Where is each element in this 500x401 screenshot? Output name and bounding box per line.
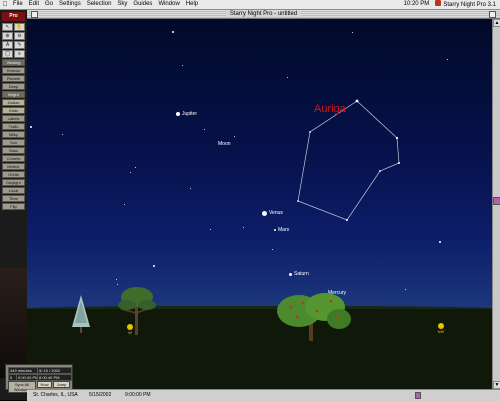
pine-tree-icon	[72, 295, 90, 333]
menu-window[interactable]: Window	[155, 0, 182, 9]
palette-button-milky[interactable]: Milky	[2, 131, 25, 138]
vertical-scroll-thumb[interactable]	[493, 197, 500, 205]
palette-button-labels[interactable]: Labels	[2, 115, 25, 122]
date-field[interactable]: 5/ 15 / 2002	[37, 367, 72, 374]
time-control-panel: 449 minutes 5/ 15 / 2002 8:00:40 PM 0 9:…	[5, 364, 73, 393]
status-date[interactable]: 5/15/2002	[89, 390, 111, 401]
planet-label-saturn[interactable]: Saturn	[294, 271, 309, 277]
status-location[interactable]: St. Charles, IL, USA	[33, 390, 78, 401]
menu-guides[interactable]: Guides	[130, 0, 155, 9]
palette-button-orbits[interactable]: Orbits	[2, 171, 25, 178]
time-field[interactable]: 8:00:40 PM	[37, 374, 72, 381]
sky-view[interactable]: Auriga Jupiter Moon Venus Mars Saturn Me…	[27, 19, 492, 389]
palette-button-horizon[interactable]: Horizon	[2, 67, 25, 74]
mars-marker[interactable]	[274, 229, 276, 231]
menu-selection[interactable]: Selection	[84, 0, 115, 9]
auriga-star	[379, 170, 381, 172]
circle-tool-icon[interactable]: ◯	[2, 50, 13, 58]
menu-settings[interactable]: Settings	[56, 0, 84, 9]
bare-tree-icon	[118, 287, 156, 335]
palette-button-zodiac[interactable]: Zodiac	[2, 99, 25, 106]
palette-button-trails[interactable]: Trails	[2, 123, 25, 130]
jump-button[interactable]: Jump	[53, 381, 70, 388]
compass-marker-west: W	[125, 324, 135, 335]
control-palette: Pro ↖ ✋ ⊕ ⊖ A ✎ ◯ ≡ Viewing Horizon Plan…	[0, 10, 28, 400]
window-title: Starry Night Pro - untitled	[225, 11, 302, 17]
zoom-out-tool-icon[interactable]: ⊖	[14, 32, 25, 40]
auriga-stick-figure	[297, 100, 400, 221]
app-icon	[435, 0, 442, 6]
menu-edit[interactable]: Edit	[26, 0, 42, 9]
palette-button-sun[interactable]: Sun	[2, 139, 25, 146]
pencil-tool-icon[interactable]: ✎	[14, 41, 25, 49]
zoom-in-tool-icon[interactable]: ⊕	[2, 32, 13, 40]
palette-button-daylight[interactable]: Daylight	[2, 179, 25, 186]
planet-label-mars[interactable]: Mars	[278, 227, 289, 233]
palette-button-meteor[interactable]: Meteor	[2, 163, 25, 170]
palette-logo: Pro	[2, 12, 25, 21]
palette-button-comets[interactable]: Comets	[2, 155, 25, 162]
tool-grid: ↖ ✋ ⊕ ⊖ A ✎ ◯ ≡	[2, 23, 25, 58]
tool-area: ↖ ✋ ⊕ ⊖ A ✎ ◯ ≡ Viewing Horizon Planets …	[2, 23, 25, 210]
auriga-star-capella	[355, 99, 359, 103]
time-rate-field[interactable]: 449 minutes	[8, 367, 38, 374]
application-menu[interactable]: Starry Night Pro 3.1	[433, 0, 500, 10]
menu-help[interactable]: Help	[183, 0, 201, 9]
menu-file[interactable]: File	[10, 0, 26, 9]
now-button[interactable]: Now	[37, 381, 52, 388]
apple-icon[interactable]: 	[0, 0, 10, 9]
scroll-up-arrow-icon[interactable]: ▲	[493, 19, 500, 27]
menu-sky[interactable]: Sky	[114, 0, 130, 9]
palette-button-planets[interactable]: Planets	[2, 75, 25, 82]
constellation-label-auriga[interactable]: Auriga	[314, 103, 346, 115]
palette-button-bright[interactable]: Bright	[2, 91, 25, 98]
list-tool-icon[interactable]: ≡	[14, 50, 25, 58]
palette-button-grids[interactable]: Grids	[2, 107, 25, 114]
horizon-ground	[27, 309, 492, 389]
moon-crescent-icon[interactable]	[203, 145, 213, 155]
auriga-star	[309, 131, 311, 133]
app-name: Starry Night Pro 3.1	[443, 1, 496, 8]
compass-label-northwest: NW	[437, 329, 445, 334]
palette-button-flip[interactable]: Flip	[2, 203, 25, 210]
auriga-star	[398, 162, 400, 164]
menu-bar:  File Edit Go Settings Selection Sky Gu…	[0, 0, 500, 10]
status-time[interactable]: 9:00:00 PM	[125, 390, 151, 401]
palette-button-time[interactable]: Time	[2, 195, 25, 202]
jupiter-marker[interactable]	[176, 112, 180, 116]
status-bar: St. Charles, IL, USA 5/15/2002 9:00:00 P…	[27, 389, 500, 401]
saturn-marker[interactable]	[289, 273, 292, 276]
planet-label-jupiter[interactable]: Jupiter	[182, 111, 197, 117]
palette-button-viewing[interactable]: Viewing	[2, 59, 25, 66]
time-secondary-field[interactable]: 9:00:00 PM	[16, 374, 38, 381]
scroll-down-arrow-icon[interactable]: ▼	[493, 381, 500, 389]
auriga-star	[297, 200, 299, 202]
text-tool-icon[interactable]: A	[2, 41, 13, 49]
venus-marker[interactable]	[262, 211, 267, 216]
planet-label-moon[interactable]: Moon	[218, 141, 231, 147]
menubar-clock[interactable]: 10:20 PM	[400, 0, 434, 9]
palette-button-stars[interactable]: Stars	[2, 147, 25, 154]
window-title-bar[interactable]: Starry Night Pro - untitled	[27, 10, 500, 19]
auriga-star	[346, 219, 348, 221]
horizontal-scroll-thumb[interactable]	[415, 392, 421, 399]
planet-label-venus[interactable]: Venus	[269, 210, 283, 216]
palette-button-local[interactable]: Local	[2, 187, 25, 194]
vertical-scrollbar[interactable]: ▲ ▼	[492, 19, 500, 389]
compass-label-west: W	[128, 330, 132, 335]
palette-horizon-preview	[0, 268, 27, 378]
hand-tool-icon[interactable]: ✋	[14, 23, 25, 31]
apple-tree-icon	[277, 293, 351, 341]
select-tool-icon[interactable]: ↖	[2, 23, 13, 31]
compass-marker-northwest: NW	[436, 323, 446, 334]
palette-button-deep[interactable]: Deep	[2, 83, 25, 90]
zoom-box-icon[interactable]	[489, 11, 496, 18]
menu-go[interactable]: Go	[42, 0, 56, 9]
auriga-star	[395, 136, 399, 140]
close-box-icon[interactable]	[31, 11, 38, 18]
